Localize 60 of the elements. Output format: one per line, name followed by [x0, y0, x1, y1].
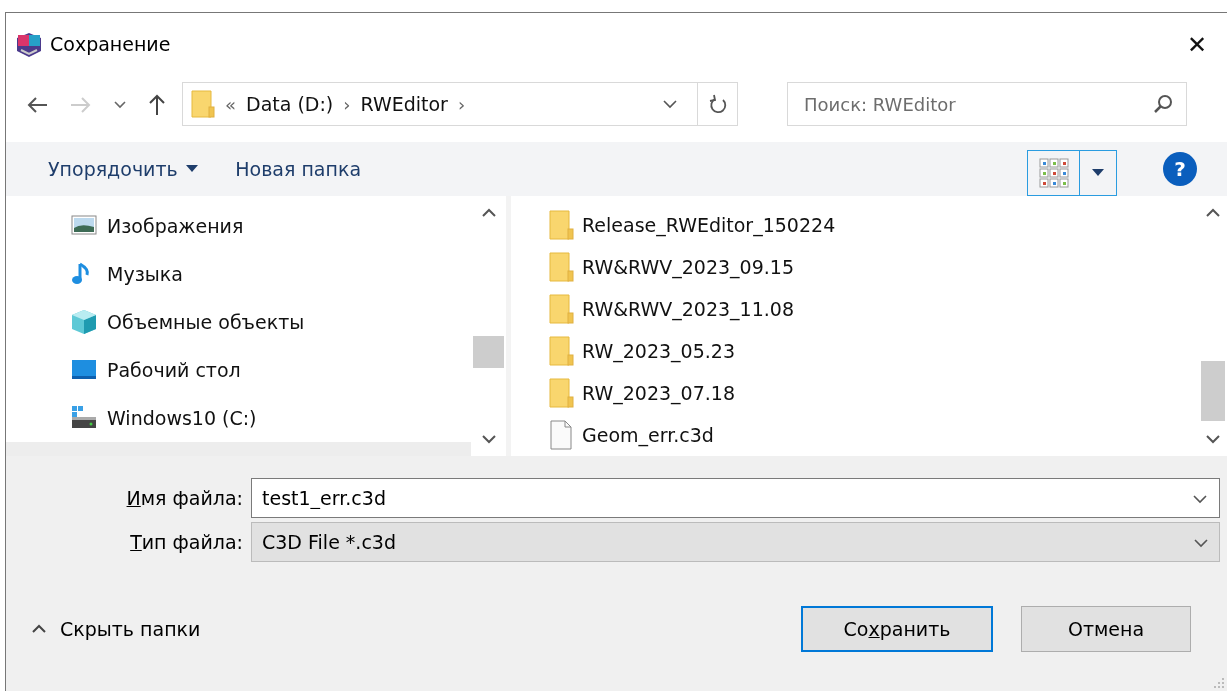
scrollbar-thumb[interactable] — [1201, 361, 1225, 421]
drive-icon — [71, 405, 97, 431]
sidebar-item[interactable]: Объемные объекты — [6, 298, 471, 346]
folder-icon — [549, 294, 574, 324]
sidebar-item[interactable]: Изображения — [6, 202, 471, 250]
folder-icon — [549, 210, 574, 240]
file-list-item[interactable]: Release_RWEditor_150224 — [549, 204, 1199, 246]
chevron-down-icon — [1192, 492, 1208, 506]
folder-icon — [191, 89, 215, 119]
scroll-down-icon — [1206, 434, 1220, 444]
caret-icon — [1092, 169, 1104, 177]
window-title: Сохранение — [50, 32, 171, 58]
refresh-icon — [708, 94, 727, 114]
file-list-item[interactable]: RW_2023_07.18 — [549, 372, 1199, 414]
sidebar-item[interactable]: Музыка — [6, 250, 471, 298]
sidebar-item[interactable]: Рабочий стол — [6, 346, 471, 394]
field-label: Тип файла: — [129, 529, 244, 555]
sidebar-item[interactable]: Windows10 (C:) — [6, 394, 471, 442]
file-name-field[interactable]: test1_err.c3d — [251, 478, 1220, 518]
scroll-up-icon — [481, 208, 496, 218]
hide-folders-button[interactable]: Скрыть папки — [32, 614, 201, 644]
overflow-chevron: « — [225, 92, 236, 117]
forward-arrow-icon — [70, 96, 92, 114]
file-list-item[interactable]: RW_2023_05.23 — [549, 330, 1199, 372]
up-arrow-icon — [148, 93, 166, 116]
folder-icon — [549, 252, 574, 282]
folder-icon — [549, 378, 574, 408]
file-list-item[interactable]: RW&RWV_2023_09.15 — [549, 246, 1199, 288]
address-bar[interactable]: « Data (D:) › RWEditor › — [182, 82, 738, 126]
breadcrumb-separator: › — [457, 92, 466, 117]
breadcrumb-item[interactable]: Data (D:) — [246, 89, 334, 119]
file-type-dropdown[interactable]: C3D File *.c3d — [251, 522, 1220, 562]
view-grid-icon — [1037, 157, 1070, 189]
organize-button[interactable]: Упорядочить — [42, 150, 204, 188]
view-button[interactable] — [1027, 150, 1117, 196]
file-list-item[interactable]: Geom_err.c3d — [549, 414, 1199, 456]
scroll-down-icon — [481, 434, 496, 444]
breadcrumb-item[interactable]: RWEditor — [360, 89, 448, 119]
cube-icon — [71, 309, 97, 335]
breadcrumb-separator: › — [343, 92, 351, 117]
save-button[interactable]: Сохранить — [801, 606, 993, 652]
chevron-down-icon — [114, 101, 126, 109]
new-folder-button[interactable]: Новая папка — [229, 150, 368, 188]
close-button[interactable]: ✕ — [1173, 24, 1221, 65]
cancel-button[interactable]: Отмена — [1021, 606, 1191, 652]
chevron-up-icon — [32, 624, 46, 634]
back-arrow-icon — [26, 96, 48, 114]
search-field[interactable]: Поиск: RWEditor — [787, 82, 1187, 126]
document-icon — [549, 420, 574, 450]
caret-icon — [185, 165, 198, 173]
search-icon — [1153, 94, 1173, 114]
field-label: Имя файла: — [125, 485, 244, 511]
app-logo-icon — [16, 31, 42, 58]
help-button[interactable]: ? — [1163, 152, 1197, 186]
resize-grip-icon — [1213, 677, 1225, 689]
chevron-down-icon — [662, 97, 678, 111]
file-list-item[interactable]: RW&RWV_2023_11.08 — [549, 288, 1199, 330]
scroll-up-icon — [1206, 208, 1220, 218]
folder-icon — [549, 336, 574, 366]
scrollbar-thumb[interactable] — [473, 336, 504, 368]
